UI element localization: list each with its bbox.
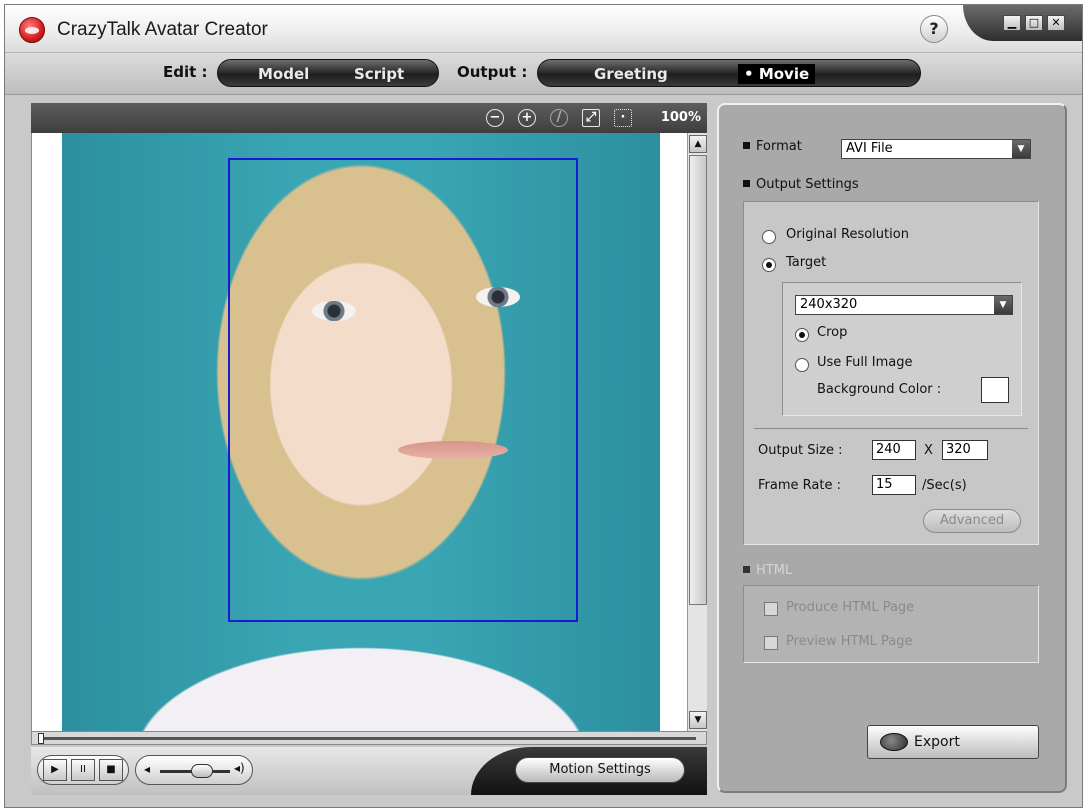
use-full-image-label: Use Full Image	[817, 355, 913, 370]
window-controls: ▁ □ ✕	[963, 5, 1082, 41]
crazytalk-logo-icon	[19, 17, 45, 43]
mode-nav-bar: Edit : Model Script Output : Greeting Mo…	[5, 53, 1082, 95]
output-size-x: X	[924, 443, 933, 458]
transport-bar: ▶ II ■ ◂ ◂) Motion Settings	[31, 747, 707, 795]
stop-button[interactable]: ■	[99, 759, 123, 781]
crop-label: Crop	[817, 325, 848, 340]
output-settings-heading: Output Settings	[743, 177, 859, 192]
target-size-value: 240x320	[800, 297, 858, 312]
output-pill: Greeting Movie	[537, 59, 921, 87]
maximize-button[interactable]: □	[1025, 15, 1043, 31]
image-viewer[interactable]	[31, 133, 687, 731]
export-label: Export	[914, 734, 960, 750]
timeline-track	[42, 737, 696, 740]
app-window: CrazyTalk Avatar Creator ? ▁ □ ✕ Edit : …	[4, 4, 1083, 808]
export-icon	[880, 733, 908, 751]
frame-rate-field[interactable]: 15	[872, 475, 916, 495]
chevron-down-icon: ▼	[994, 296, 1012, 314]
target-label: Target	[786, 255, 827, 270]
export-button[interactable]: Export	[867, 725, 1039, 759]
original-resolution-radio[interactable]	[762, 230, 776, 244]
output-height-field[interactable]: 320	[942, 440, 988, 460]
produce-html-label: Produce HTML Page	[786, 600, 915, 615]
tab-script[interactable]: Script	[354, 64, 404, 84]
format-value: AVI File	[846, 141, 893, 156]
zoom-in-icon[interactable]: +	[518, 109, 536, 127]
timeline-handle[interactable]	[38, 733, 44, 744]
advanced-button[interactable]: Advanced	[923, 509, 1021, 533]
preview-html-checkbox[interactable]	[764, 636, 778, 650]
format-select[interactable]: AVI File ▼	[841, 139, 1031, 159]
target-size-select[interactable]: 240x320 ▼	[795, 295, 1013, 315]
volume-control: ◂ ◂)	[135, 755, 253, 785]
actual-size-icon[interactable]: ·	[614, 109, 632, 127]
scroll-down-button[interactable]: ▼	[689, 711, 707, 729]
timeline-slider[interactable]	[31, 731, 707, 745]
scroll-up-button[interactable]: ▲	[689, 135, 707, 153]
crop-box[interactable]	[228, 158, 578, 622]
title-bar: CrazyTalk Avatar Creator ? ▁ □ ✕	[5, 5, 1082, 53]
background-color-label: Background Color :	[817, 382, 942, 397]
motion-settings-button[interactable]: Motion Settings	[515, 757, 685, 783]
output-settings-box: Original Resolution Target 240x320 ▼ Cro…	[743, 201, 1039, 545]
frame-rate-label: Frame Rate :	[758, 478, 841, 493]
output-size-label: Output Size :	[758, 443, 843, 458]
target-radio[interactable]	[762, 258, 776, 272]
frame-rate-unit: /Sec(s)	[922, 478, 967, 493]
portrait-photo	[62, 133, 660, 731]
use-full-image-radio[interactable]	[795, 358, 809, 372]
edit-label: Edit :	[163, 63, 208, 81]
volume-low-icon: ◂	[144, 762, 151, 776]
viewer-scrollbar[interactable]: ▲ ▼	[687, 133, 707, 731]
preview-html-label: Preview HTML Page	[786, 634, 913, 649]
settings-divider	[754, 428, 1028, 429]
viewer-toolbar: − + / ⤢ · 100%	[31, 103, 707, 133]
minimize-button[interactable]: ▁	[1003, 15, 1021, 31]
volume-knob[interactable]	[191, 764, 214, 778]
original-resolution-label: Original Resolution	[786, 227, 909, 242]
scroll-thumb[interactable]	[689, 155, 707, 605]
zoom-out-icon[interactable]: −	[486, 109, 504, 127]
pause-button[interactable]: II	[71, 759, 95, 781]
tab-greeting[interactable]: Greeting	[594, 64, 668, 84]
output-width-field[interactable]: 240	[872, 440, 916, 460]
crop-radio[interactable]	[795, 328, 809, 342]
output-label: Output :	[457, 63, 528, 81]
html-heading: HTML	[743, 563, 792, 578]
produce-html-checkbox[interactable]	[764, 602, 778, 616]
tab-movie[interactable]: Movie	[738, 64, 816, 84]
format-label: Format	[743, 139, 802, 154]
background-color-swatch[interactable]	[981, 377, 1009, 403]
html-options-box: Produce HTML Page Preview HTML Page	[743, 585, 1039, 663]
close-button[interactable]: ✕	[1047, 15, 1065, 31]
playback-controls: ▶ II ■	[37, 755, 129, 785]
chevron-down-icon: ▼	[1012, 140, 1030, 158]
edit-pill: Model Script	[217, 59, 439, 87]
help-button[interactable]: ?	[920, 15, 948, 43]
movie-settings-panel: Format AVI File ▼ Output Settings Origin…	[717, 103, 1067, 793]
target-options-box: 240x320 ▼ Crop Use Full Image Background…	[782, 282, 1022, 416]
window-title: CrazyTalk Avatar Creator	[57, 19, 268, 40]
tab-model[interactable]: Model	[258, 64, 309, 84]
play-button[interactable]: ▶	[43, 759, 67, 781]
fit-icon[interactable]: ⤢	[582, 109, 600, 127]
volume-high-icon: ◂)	[234, 761, 245, 775]
reset-icon[interactable]: /	[550, 109, 568, 127]
zoom-level: 100%	[660, 110, 701, 125]
